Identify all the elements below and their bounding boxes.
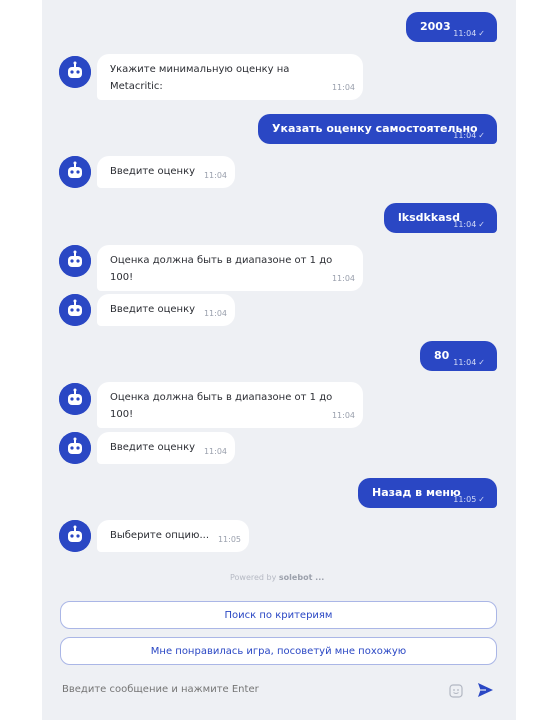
message-composer — [42, 670, 516, 710]
message-time: 11:04 — [331, 83, 355, 92]
bot-message: Оценка должна быть в диапазоне от 1 до 1… — [97, 382, 363, 428]
message-time: 11:05 — [453, 495, 477, 504]
send-icon — [478, 683, 493, 697]
bot-icon — [59, 294, 91, 326]
message-input[interactable] — [62, 684, 442, 695]
user-message: Указать оценку самостоятельно 11:04 ✓ — [258, 114, 497, 144]
user-message: lksdkkasd 11:04 ✓ — [384, 203, 497, 233]
message-line: Оценка должна быть в диапазоне от 1 до — [110, 255, 333, 266]
bot-message: Введите оценку 11:04 — [97, 294, 235, 326]
powered-by: Powered by solebot ... — [230, 573, 324, 582]
message-time: 11:04 — [453, 220, 477, 229]
message-text: Назад в меню — [372, 486, 461, 499]
emoji-button[interactable] — [449, 683, 463, 698]
bot-icon — [59, 520, 91, 552]
message-line: Metacritic: — [110, 81, 163, 92]
message-text: lksdkkasd — [398, 211, 460, 224]
check-icon: ✓ — [478, 29, 485, 38]
message-time: 11:04 — [203, 447, 227, 456]
check-icon: ✓ — [478, 358, 485, 367]
user-message: 2003 11:04 ✓ — [406, 12, 497, 42]
message-time: 11:04 — [203, 171, 227, 180]
bot-icon — [59, 432, 91, 464]
message-time: 11:04 — [203, 309, 227, 318]
bot-avatar — [59, 432, 91, 464]
bot-icon — [59, 383, 91, 415]
message-line: Укажите минимальную оценку на — [110, 64, 290, 75]
bot-icon — [59, 245, 91, 277]
bot-avatar — [59, 156, 91, 188]
message-line: 100! — [110, 409, 134, 420]
message-time: 11:04 — [331, 274, 355, 283]
powered-brand[interactable]: solebot ... — [279, 573, 324, 582]
message-time: 11:04 — [453, 131, 477, 140]
check-icon: ✓ — [478, 495, 485, 504]
quick-reply-similar-game[interactable]: Мне понравилась игра, посоветуй мне похо… — [60, 637, 497, 665]
bot-avatar — [59, 383, 91, 415]
message-text: Указать оценку самостоятельно — [272, 122, 478, 135]
bot-message: Выберите опцию... 11:05 — [97, 520, 249, 552]
bot-icon — [59, 56, 91, 88]
message-line: 100! — [110, 272, 134, 283]
bot-message: Введите оценку 11:04 — [97, 432, 235, 464]
check-icon: ✓ — [478, 220, 485, 229]
bot-avatar — [59, 245, 91, 277]
emoji-icon — [449, 684, 463, 698]
bot-message: Введите оценку 11:04 — [97, 156, 235, 188]
bot-avatar — [59, 56, 91, 88]
quick-reply-search-criteria[interactable]: Поиск по критериям — [60, 601, 497, 629]
message-time: 11:04 — [453, 358, 477, 367]
bot-message: Укажите минимальную оценку на Metacritic… — [97, 54, 363, 100]
user-message: Назад в меню 11:05 ✓ — [358, 478, 497, 508]
message-line: Выберите опцию... — [110, 530, 209, 541]
check-icon: ✓ — [478, 131, 485, 140]
powered-prefix: Powered by — [230, 573, 277, 582]
message-text: 80 — [434, 349, 450, 362]
message-text: 2003 — [420, 20, 451, 33]
send-button[interactable] — [476, 681, 494, 699]
message-line: Оценка должна быть в диапазоне от 1 до — [110, 392, 333, 403]
bot-icon — [59, 156, 91, 188]
user-message: 80 11:04 ✓ — [420, 341, 497, 371]
bot-avatar — [59, 294, 91, 326]
message-time: 11:04 — [331, 411, 355, 420]
message-time: 11:04 — [453, 29, 477, 38]
bot-message: Оценка должна быть в диапазоне от 1 до 1… — [97, 245, 363, 291]
message-time: 11:05 — [217, 535, 241, 544]
bot-avatar — [59, 520, 91, 552]
